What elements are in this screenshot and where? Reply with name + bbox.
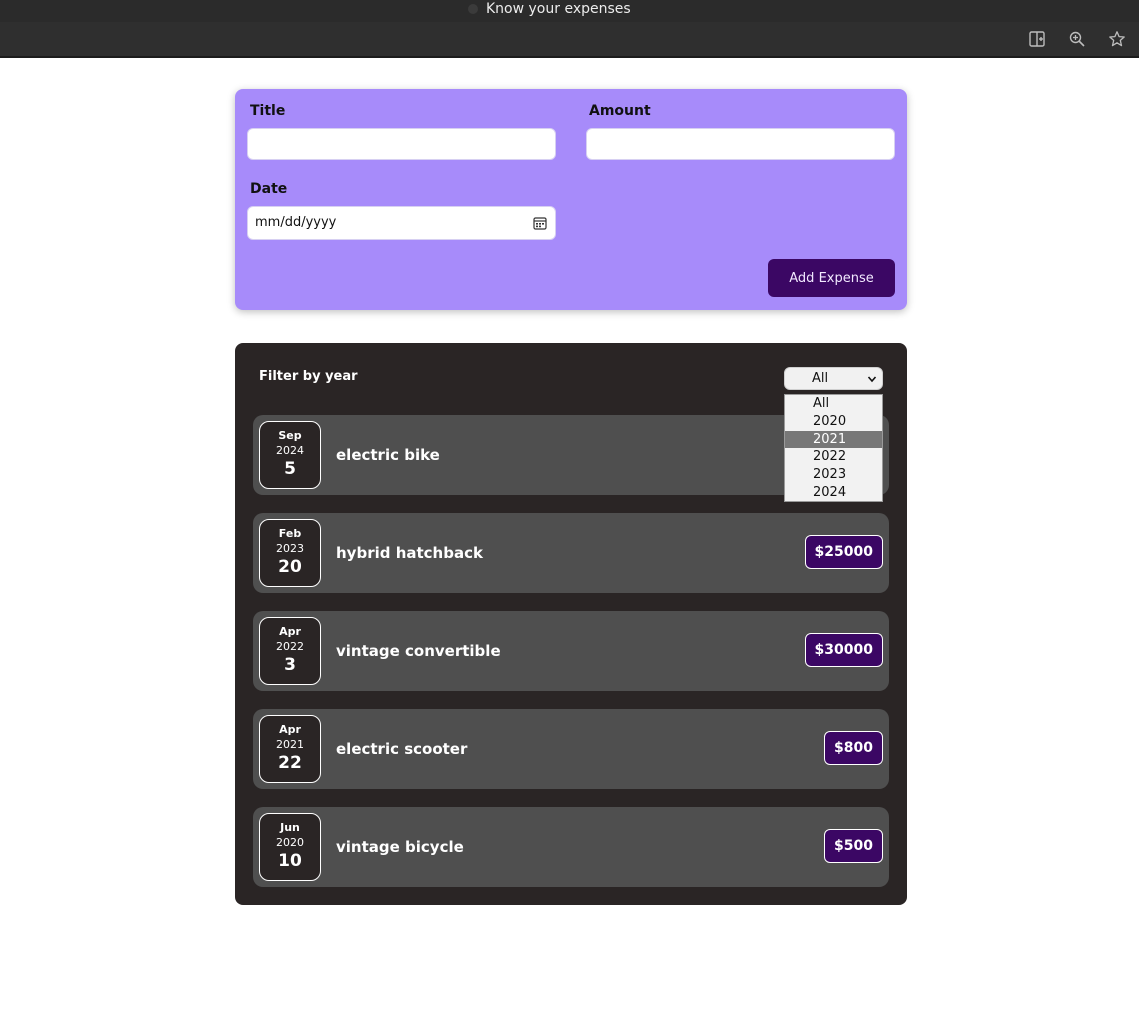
expense-title: vintage bicycle bbox=[336, 838, 464, 856]
expense-amount-badge: $25000 bbox=[804, 535, 883, 569]
expense-item[interactable]: Apr 2021 22 electric scooter $800 bbox=[253, 709, 889, 789]
expense-year: 2021 bbox=[276, 738, 304, 751]
expense-day: 10 bbox=[278, 851, 302, 871]
year-option-highlighted[interactable]: 2021 bbox=[785, 431, 882, 448]
year-option[interactable]: 2022 bbox=[785, 448, 882, 465]
expense-year: 2020 bbox=[276, 836, 304, 849]
expense-item[interactable]: Jun 2020 10 vintage bicycle $500 bbox=[253, 807, 889, 887]
window-titlebar: Know your expenses bbox=[0, 0, 1139, 22]
calendar-icon[interactable] bbox=[533, 215, 547, 230]
expense-year: 2024 bbox=[276, 444, 304, 457]
expense-title: hybrid hatchback bbox=[336, 544, 483, 562]
year-option[interactable]: 2023 bbox=[785, 466, 882, 483]
expense-day: 20 bbox=[278, 557, 302, 577]
expense-amount-badge: $800 bbox=[824, 731, 883, 765]
expense-day: 22 bbox=[278, 753, 302, 773]
expense-day: 5 bbox=[284, 459, 296, 479]
add-expense-button[interactable]: Add Expense bbox=[768, 259, 895, 297]
year-filter-dropdown: All 2020 2021 2022 2023 2024 bbox=[784, 394, 883, 502]
expense-date: Sep 2024 5 bbox=[259, 421, 321, 489]
expense-title: electric scooter bbox=[336, 740, 468, 758]
expense-date: Feb 2023 20 bbox=[259, 519, 321, 587]
expense-month: Feb bbox=[278, 527, 302, 540]
chevron-down-icon bbox=[867, 373, 877, 383]
reader-mode-icon[interactable] bbox=[1028, 30, 1046, 48]
date-placeholder: mm/dd/yyyy bbox=[255, 215, 337, 230]
expense-date: Apr 2022 3 bbox=[259, 617, 321, 685]
date-input[interactable]: mm/dd/yyyy bbox=[247, 206, 556, 240]
expense-month: Jun bbox=[280, 821, 300, 834]
expense-date: Jun 2020 10 bbox=[259, 813, 321, 881]
tab[interactable]: Know your expenses bbox=[468, 0, 631, 18]
year-option[interactable]: 2020 bbox=[785, 413, 882, 430]
expense-month: Apr bbox=[279, 723, 301, 736]
zoom-icon[interactable] bbox=[1068, 30, 1086, 48]
expense-day: 3 bbox=[284, 655, 296, 675]
expense-amount-badge: $500 bbox=[824, 829, 883, 863]
expense-month: Sep bbox=[278, 429, 302, 442]
star-icon[interactable] bbox=[1108, 30, 1126, 48]
amount-input[interactable] bbox=[586, 128, 895, 160]
year-filter-select[interactable]: All bbox=[784, 367, 883, 390]
browser-toolbar bbox=[0, 22, 1139, 58]
year-option[interactable]: All bbox=[785, 395, 882, 412]
filter-label: Filter by year bbox=[259, 369, 358, 384]
expense-item[interactable]: Apr 2022 3 vintage convertible $30000 bbox=[253, 611, 889, 691]
year-filter-value: All bbox=[812, 371, 829, 386]
expense-form: Title Amount Date mm/dd/yyyy Add Expense bbox=[235, 89, 907, 310]
tab-title: Know your expenses bbox=[486, 1, 631, 17]
date-label: Date bbox=[250, 181, 288, 197]
expense-month: Apr bbox=[279, 625, 301, 638]
title-label: Title bbox=[250, 103, 286, 119]
expense-title: vintage convertible bbox=[336, 642, 501, 660]
expense-title: electric bike bbox=[336, 446, 440, 464]
year-option[interactable]: 2024 bbox=[785, 484, 882, 501]
expense-year: 2023 bbox=[276, 542, 304, 555]
expense-date: Apr 2021 22 bbox=[259, 715, 321, 783]
title-input[interactable] bbox=[247, 128, 556, 160]
amount-label: Amount bbox=[589, 103, 651, 119]
expense-year: 2022 bbox=[276, 640, 304, 653]
expense-item[interactable]: Feb 2023 20 hybrid hatchback $25000 bbox=[253, 513, 889, 593]
favicon-icon bbox=[468, 4, 478, 14]
expense-amount-badge: $30000 bbox=[804, 633, 883, 667]
